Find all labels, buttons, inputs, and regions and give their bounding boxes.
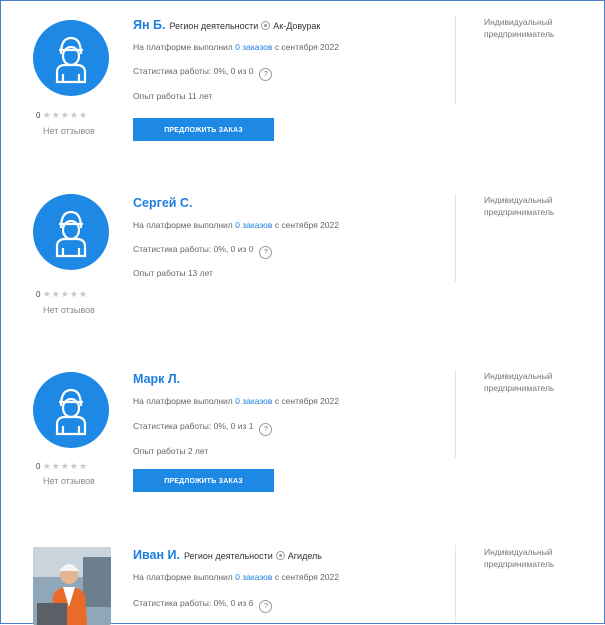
rating: 0 ★★★★★: [36, 289, 88, 300]
performer-name[interactable]: Ян Б.: [133, 18, 165, 32]
help-icon[interactable]: ?: [259, 600, 273, 613]
no-reviews-label: Нет отзывов: [43, 305, 95, 315]
offer-order-button[interactable]: ПРЕДЛОЖИТЬ ЗАКАЗ: [133, 118, 274, 141]
work-stats-line: Статистика работы: 0%, 0 из 6?: [133, 598, 273, 613]
region-value: Агидель: [287, 551, 322, 561]
user-placeholder-icon: [55, 388, 87, 436]
avatar[interactable]: [33, 372, 109, 448]
experience-line: Опыт работы 2 лет: [133, 446, 209, 456]
column-divider: [455, 370, 456, 458]
avatar[interactable]: [33, 20, 109, 96]
performer-name-row: Ян Б. Регион деятельности Ак-Довурак: [133, 18, 320, 32]
performer-name-row: Сергей С.: [133, 196, 192, 210]
region-label: Регион деятельности: [169, 21, 259, 31]
column-divider: [455, 545, 456, 623]
legal-status: Индивидуальный предприниматель: [484, 547, 555, 569]
no-reviews-label: Нет отзывов: [43, 476, 95, 486]
orders-link[interactable]: 0 заказов: [235, 42, 272, 52]
avatar[interactable]: [33, 194, 109, 270]
work-stats-line: Статистика работы: 0%, 0 из 0?: [133, 244, 273, 259]
legal-status: Индивидуальный предприниматель: [484, 195, 555, 217]
platform-orders-line: На платформе выполнил 0 заказов с сентяб…: [133, 220, 339, 230]
worker-photo-image: [33, 547, 111, 625]
performer-name[interactable]: Иван И.: [133, 548, 180, 562]
rating-stars: ★★★★★: [42, 461, 89, 471]
help-icon[interactable]: ?: [259, 246, 273, 259]
rating-stars: ★★★★★: [42, 289, 89, 299]
location-pin-icon: [261, 21, 271, 30]
performer-name[interactable]: Марк Л.: [133, 372, 180, 386]
experience-line: Опыт работы 13 лет: [133, 268, 213, 278]
rating: 0 ★★★★★: [36, 461, 88, 472]
rating-value: 0: [36, 111, 41, 120]
offer-order-button[interactable]: ПРЕДЛОЖИТЬ ЗАКАЗ: [133, 469, 274, 492]
performer-name[interactable]: Сергей С.: [133, 196, 192, 210]
legal-status: Индивидуальный предприниматель: [484, 17, 555, 39]
orders-link[interactable]: 0 заказов: [235, 572, 272, 582]
rating-value: 0: [36, 290, 41, 299]
location-pin-icon: [275, 551, 285, 560]
help-icon[interactable]: ?: [259, 423, 273, 436]
column-divider: [455, 194, 456, 282]
column-divider: [455, 16, 456, 104]
region-value: Ак-Довурак: [273, 21, 321, 31]
rating-stars: ★★★★★: [42, 110, 89, 120]
avatar-photo[interactable]: [33, 547, 111, 625]
platform-orders-line: На платформе выполнил 0 заказов с сентяб…: [133, 42, 339, 52]
orders-link[interactable]: 0 заказов: [235, 220, 272, 230]
region-label: Регион деятельности: [183, 551, 273, 561]
help-icon[interactable]: ?: [259, 68, 273, 81]
rating: 0 ★★★★★: [36, 110, 88, 121]
work-stats-line: Статистика работы: 0%, 0 из 1?: [133, 421, 273, 436]
work-stats-line: Статистика работы: 0%, 0 из 0?: [133, 66, 273, 81]
legal-status: Индивидуальный предприниматель: [484, 371, 555, 393]
platform-orders-line: На платформе выполнил 0 заказов с сентяб…: [133, 572, 339, 582]
rating-value: 0: [36, 462, 41, 471]
performer-name-row: Иван И. Регион деятельности Агидель: [133, 548, 322, 562]
experience-line: Опыт работы 11 лет: [133, 91, 213, 101]
no-reviews-label: Нет отзывов: [43, 126, 95, 136]
user-placeholder-icon: [55, 36, 87, 84]
platform-orders-line: На платформе выполнил 0 заказов с сентяб…: [133, 396, 339, 406]
orders-link[interactable]: 0 заказов: [235, 396, 272, 406]
performer-name-row: Марк Л.: [133, 372, 180, 386]
user-placeholder-icon: [55, 210, 87, 258]
